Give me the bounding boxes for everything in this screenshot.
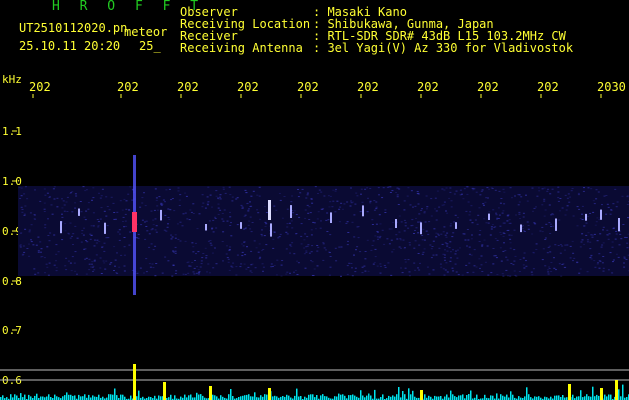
band-background: [18, 186, 629, 276]
meteor-echo: [395, 219, 397, 228]
meteor-echo: [240, 222, 242, 229]
meteor-echo: [520, 224, 522, 233]
meteor-echo: [270, 223, 272, 237]
meteor-echo: [268, 200, 271, 220]
signal-level-trace: [0, 364, 629, 400]
meteor-echo: [362, 205, 364, 217]
meteor-echo: [330, 212, 332, 223]
meteor-echo-core: [132, 212, 137, 232]
level-spike: [133, 364, 136, 400]
meteor-echo: [160, 209, 162, 221]
meteor-echo: [455, 222, 457, 229]
meteor-echo: [600, 209, 602, 220]
level-spike: [268, 388, 271, 400]
hrofft-window: H R O F F T UT2510112020.pn meteor 25.10…: [0, 0, 629, 400]
meteor-echo: [488, 213, 490, 220]
meteor-echo: [205, 224, 207, 231]
level-spike: [420, 390, 423, 400]
meteor-echo: [555, 218, 557, 231]
meteor-echo: [585, 213, 587, 221]
meteor-echo: [420, 222, 422, 235]
meteor-echo: [104, 222, 106, 234]
level-spike: [163, 382, 166, 400]
level-spike: [568, 384, 571, 400]
level-spike: [209, 386, 212, 400]
level-spike: [615, 380, 618, 400]
level-spike: [600, 388, 603, 400]
meteor-echo: [78, 208, 80, 216]
meteor-echo: [290, 205, 292, 218]
spectrogram: [0, 94, 629, 400]
noise-band: [18, 186, 629, 277]
meteor-echo: [60, 221, 62, 234]
meteor-echo: [618, 218, 620, 232]
